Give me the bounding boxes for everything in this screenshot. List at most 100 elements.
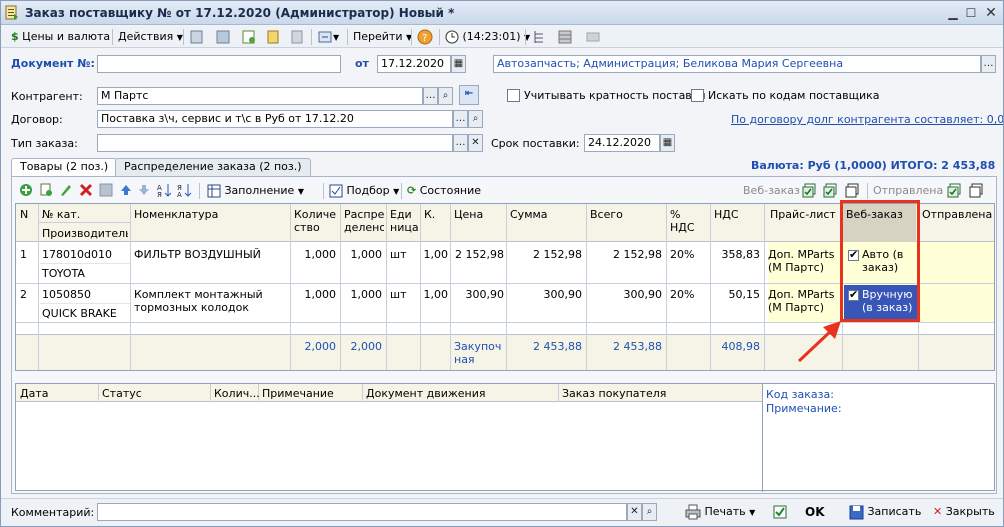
col-qty-short[interactable]: Колич... (214, 387, 260, 400)
comment-clear-button[interactable]: ✕ (627, 503, 642, 521)
sort-desc-icon[interactable]: ЯA (177, 182, 193, 198)
col-vat-pct[interactable]: % НДС (670, 208, 708, 234)
delivery-date-field[interactable]: 24.12.2020 (584, 134, 660, 152)
multiplicity-checkbox[interactable] (507, 89, 520, 102)
delivery-calendar-button[interactable]: ▦ (660, 134, 675, 152)
actions-label: Действия (118, 30, 174, 43)
sent-toolbar-label: Отправлена (873, 184, 944, 197)
sent-check-icon[interactable] (947, 183, 962, 198)
qty: 1,000 (304, 248, 337, 261)
col-k[interactable]: К. (424, 208, 448, 221)
minimize-icon[interactable]: ▁ (945, 5, 961, 21)
state-button[interactable]: ⟳ Состояние (407, 183, 481, 199)
col-catalog[interactable]: № кат. (42, 208, 128, 221)
svg-text:Я: Я (157, 191, 162, 198)
move-down-icon[interactable] (137, 183, 151, 197)
col-producer[interactable]: Производитель (42, 227, 128, 240)
goto-menu[interactable]: Перейти ▼ (353, 28, 412, 46)
responsible-field[interactable]: Автозапчасть; Администрация; Беликова Ма… (493, 55, 981, 73)
row-number: 1 (20, 248, 27, 261)
order-type-select-button[interactable]: … (453, 134, 468, 152)
svg-text:?: ? (422, 33, 427, 44)
col-n[interactable]: N (20, 208, 36, 221)
contract-field[interactable]: Поставка з\ч, сервис и т\с в Руб от 17.1… (97, 110, 453, 128)
fill-menu[interactable]: Заполнение ▼ (207, 183, 304, 199)
comment-field[interactable] (97, 503, 627, 521)
table-view-button[interactable] (557, 28, 573, 46)
ok-button[interactable]: OK (805, 502, 825, 524)
col-distributed[interactable]: Распре делено (344, 208, 384, 234)
responsible-select-button[interactable]: … (981, 55, 996, 73)
order-type-label: Тип заказа: (11, 137, 78, 150)
col-date[interactable]: Дата (20, 387, 48, 400)
tb-icon-5[interactable] (289, 28, 305, 46)
web-order-check-icon[interactable] (802, 183, 817, 198)
col-nomenclature[interactable]: Номенклатура (134, 208, 284, 221)
counterparty-field[interactable]: М Партс (97, 87, 423, 105)
post-doc-icon (267, 30, 279, 44)
copy-row-icon[interactable] (39, 183, 53, 197)
supplier-codes-checkbox[interactable] (691, 89, 704, 102)
col-sum[interactable]: Сумма (510, 208, 584, 221)
col-vat[interactable]: НДС (714, 208, 762, 221)
tb-icon-3[interactable] (241, 28, 257, 46)
doc-number-label: Документ №: (11, 57, 95, 70)
help-icon: ? (417, 29, 433, 45)
save-button[interactable]: Записать (849, 502, 921, 524)
col-buyer-order[interactable]: Заказ покупателя (562, 387, 666, 400)
counterparty-search-button[interactable]: ⌕ (438, 87, 453, 105)
structure-icon (318, 31, 332, 43)
actions-menu[interactable]: Действия ▼ (118, 28, 183, 46)
col-sent[interactable]: Отправлена (922, 208, 994, 221)
web-order-check-all-icon[interactable] (823, 183, 838, 198)
tb-icon-1[interactable] (189, 28, 205, 46)
price: 2 152,98 (455, 248, 504, 261)
col-status[interactable]: Статус (102, 387, 142, 400)
contract-search-button[interactable]: ⌕ (468, 110, 483, 128)
counterparty-select-button[interactable]: … (423, 87, 438, 105)
col-price[interactable]: Цена (454, 208, 504, 221)
move-up-icon[interactable] (119, 183, 133, 197)
window-title: Заказ поставщику № от 17.12.2020 (Админи… (25, 6, 455, 20)
comment-search-button[interactable]: ⌕ (642, 503, 657, 521)
print-button[interactable]: Печать ▼ (685, 502, 755, 524)
contract-select-button[interactable]: … (453, 110, 468, 128)
order-type-clear-button[interactable]: ✕ (468, 134, 483, 152)
col-qty[interactable]: Количе ство (294, 208, 338, 234)
sort-asc-icon[interactable]: AЯ (157, 182, 173, 198)
ok-check-button[interactable] (773, 502, 787, 524)
time-button[interactable]: (14:23:01) ▼ (445, 28, 530, 46)
tab-goods[interactable]: Товары (2 поз.) (11, 158, 118, 177)
col-movement-doc[interactable]: Документ движения (366, 387, 486, 400)
delete-row-icon[interactable] (79, 183, 93, 197)
col-total[interactable]: Всего (590, 208, 664, 221)
counterparty-open-button[interactable]: ⇤ (459, 85, 479, 105)
close-button[interactable]: ✕ Закрыть (933, 502, 995, 524)
debt-link[interactable]: По договору долг контрагента составляет:… (731, 113, 1003, 127)
doc-number-field[interactable] (97, 55, 341, 73)
maximize-icon[interactable]: ☐ (963, 5, 979, 21)
help-button[interactable]: ? (417, 28, 433, 46)
edit-row-icon[interactable] (59, 183, 73, 197)
add-row-icon[interactable] (19, 183, 33, 197)
save-row-icon[interactable] (99, 183, 113, 197)
col-price-list[interactable]: Прайс-лист (770, 208, 840, 221)
hierarchy-button[interactable] (531, 28, 547, 46)
tb-icon-4[interactable] (265, 28, 281, 46)
close-icon[interactable]: ✕ (983, 5, 999, 21)
col-unit[interactable]: Еди ница (390, 208, 418, 234)
tb-icon-2[interactable] (215, 28, 231, 46)
prices-currency-button[interactable]: $ Цены и валюта (11, 28, 110, 46)
doc-date-field[interactable]: 17.12.2020 (377, 55, 451, 73)
tab-order-distribution[interactable]: Распределение заказа (2 поз.) (115, 158, 311, 176)
col-note[interactable]: Примечание (262, 387, 334, 400)
sent-uncheck-icon[interactable] (969, 183, 984, 198)
order-type-field[interactable] (97, 134, 453, 152)
selection-menu[interactable]: Подбор ▼ (329, 183, 399, 199)
tb-structure-button[interactable]: ▼ (317, 28, 339, 46)
disabled-button[interactable] (585, 28, 601, 46)
fill-label: Заполнение (224, 184, 295, 197)
calendar-button[interactable]: ▦ (451, 55, 466, 73)
web-order-uncheck-icon[interactable] (845, 183, 860, 198)
ellipsis-icon: … (455, 113, 466, 124)
